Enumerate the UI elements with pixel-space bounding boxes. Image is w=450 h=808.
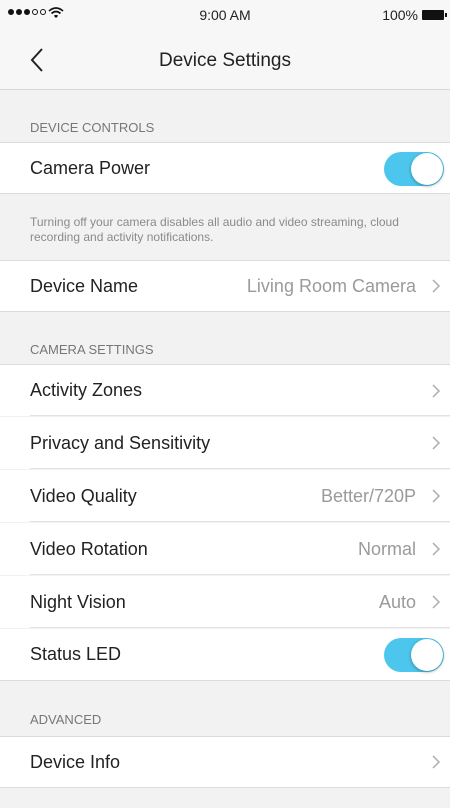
device-name-value: Living Room Camera [246,275,416,296]
video-rotation-value: Normal [357,538,416,559]
camera-power-toggle[interactable] [384,152,444,186]
device-info-label: Device Info [30,751,121,772]
night-vision-value: Auto [378,591,416,612]
chevron-right-icon [432,436,441,450]
status-led-toggle[interactable] [384,638,444,672]
status-bar: 9:00 AM 100% [0,0,450,30]
camera-power-row: Camera Power [0,142,450,194]
section-header-camera-settings: CAMERA SETTINGS [30,342,154,357]
night-vision-row[interactable]: Night Vision Auto [0,576,450,628]
chevron-right-icon [432,489,441,503]
chevron-right-icon [432,755,441,769]
status-led-label: Status LED [30,644,122,664]
video-quality-row[interactable]: Video Quality Better/720P [0,470,450,522]
toggle-knob [411,639,443,671]
privacy-sensitivity-label: Privacy and Sensitivity [30,432,211,453]
activity-zones-row[interactable]: Activity Zones [0,364,450,416]
battery-percentage: 100% [382,7,418,23]
battery-icon [422,10,447,20]
video-quality-label: Video Quality [30,485,137,506]
navigation-bar: Device Settings [0,30,450,90]
chevron-right-icon [432,383,441,398]
camera-power-note: Turning off your camera disables all aud… [30,215,399,244]
chevron-right-icon [432,542,441,556]
night-vision-label: Night Vision [30,591,126,612]
section-header-device-controls: DEVICE CONTROLS [30,120,155,135]
chevron-right-icon [432,279,441,293]
privacy-sensitivity-row[interactable]: Privacy and Sensitivity [0,417,450,469]
device-name-row[interactable]: Device Name Living Room Camera [0,260,450,312]
video-rotation-label: Video Rotation [30,538,148,559]
page-title: Device Settings [158,50,291,71]
video-rotation-row[interactable]: Video Rotation Normal [0,523,450,575]
activity-zones-label: Activity Zones [30,380,143,400]
chevron-right-icon [432,595,441,609]
section-header-advanced: ADVANCED [30,712,102,727]
camera-power-label: Camera Power [30,157,151,178]
video-quality-value: Better/720P [320,485,416,506]
status-led-row: Status LED [0,629,450,681]
device-info-row[interactable]: Device Info [0,736,450,788]
toggle-knob [411,153,443,185]
device-name-label: Device Name [30,275,139,296]
